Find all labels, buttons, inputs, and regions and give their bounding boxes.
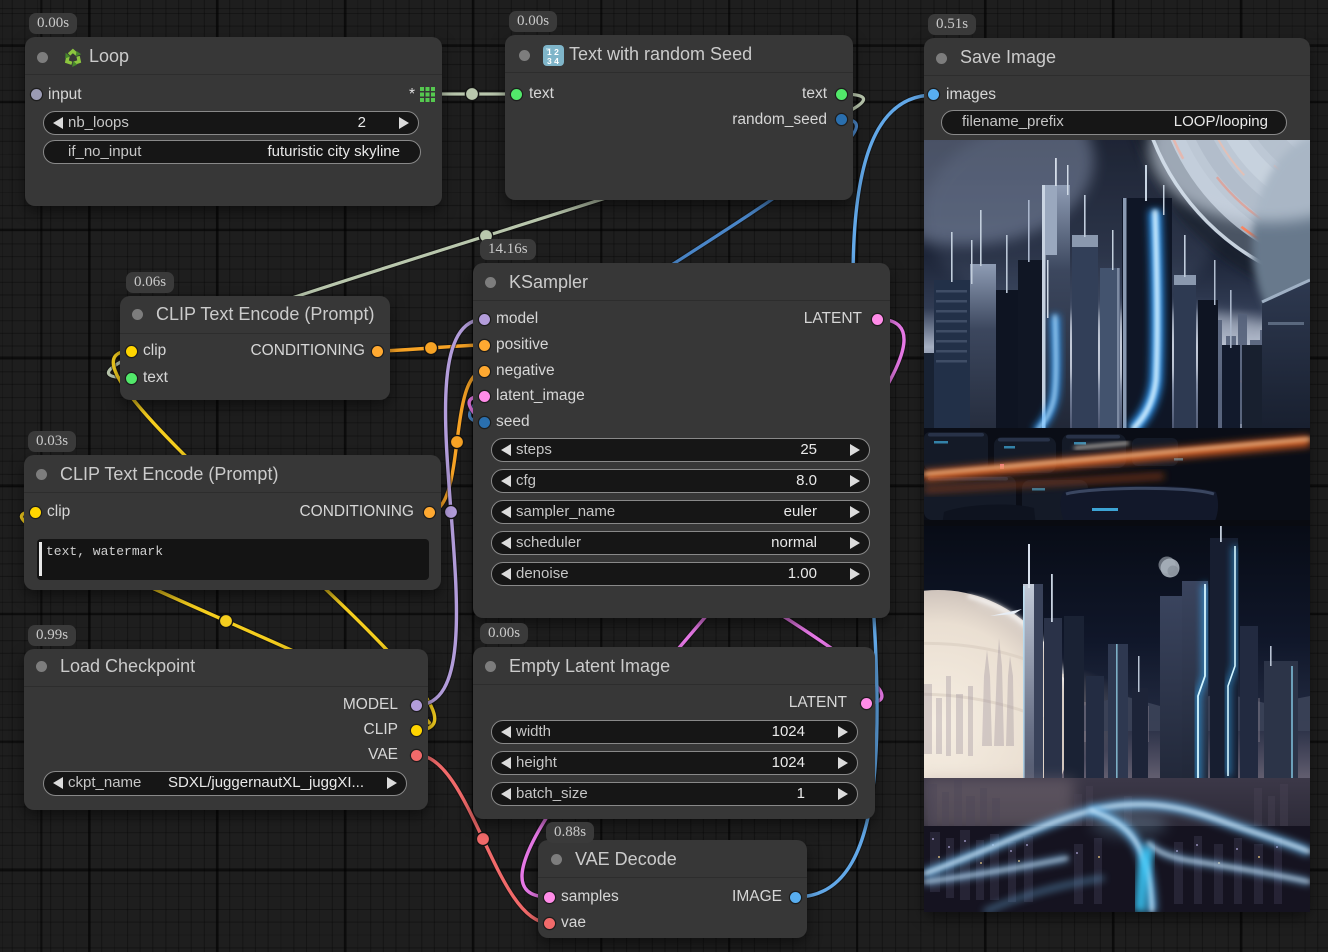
svg-text:3 4: 3 4 (547, 56, 559, 66)
